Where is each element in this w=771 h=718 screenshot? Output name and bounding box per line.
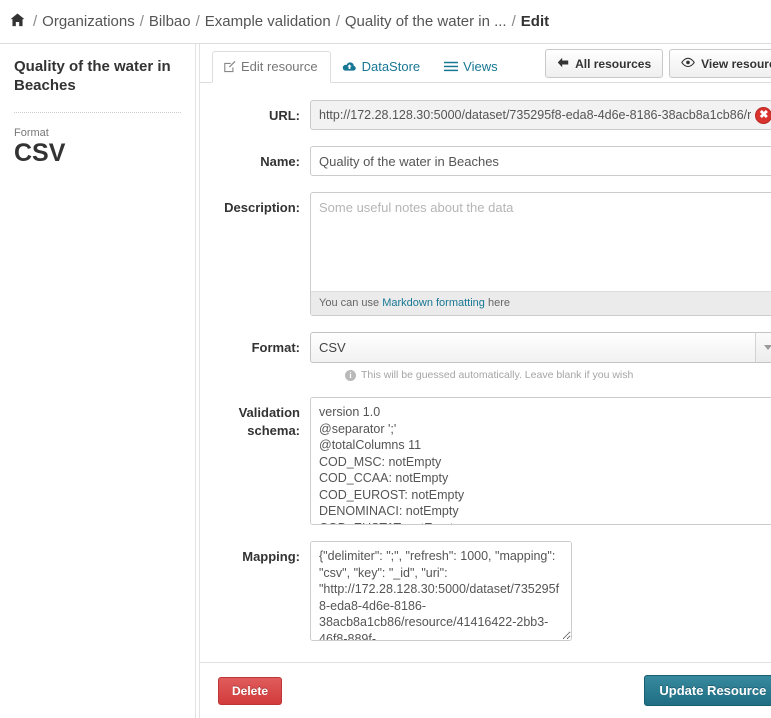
close-circle-icon[interactable]: ✖: [755, 106, 771, 124]
form-actions: Delete Update Resource: [200, 662, 771, 718]
name-input[interactable]: [310, 146, 771, 176]
breadcrumb-item-bilbao[interactable]: Bilbao: [149, 13, 191, 30]
tab-edit-resource-label: Edit resource: [241, 59, 318, 74]
update-resource-button[interactable]: Update Resource: [644, 675, 771, 706]
field-mapping: Mapping: {"delimiter": ";", "refresh": 1…: [200, 541, 771, 641]
page-body: Quality of the water in Beaches Format C…: [0, 44, 771, 718]
field-url: URL: http://172.28.128.30:5000/dataset/7…: [200, 100, 771, 130]
breadcrumb-separator-3: /: [335, 13, 340, 30]
format-select-wrap: CSV: [310, 332, 771, 363]
breadcrumb-item-resource[interactable]: Quality of the water in ...: [345, 13, 507, 30]
breadcrumb-separator-4: /: [511, 13, 516, 30]
list-lines-icon: [444, 61, 459, 72]
module-header: Edit resource DataStore Views All resour…: [200, 44, 771, 83]
markdown-hint-prefix: You can use: [319, 297, 383, 309]
tab-edit-resource[interactable]: Edit resource: [212, 51, 331, 83]
format-help-text: This will be guessed automatically. Leav…: [361, 369, 634, 381]
breadcrumb-item-dataset[interactable]: Example validation: [205, 13, 331, 30]
view-resource-label: View resource: [701, 56, 771, 71]
sidebar-format-label: Format: [14, 126, 49, 139]
all-resources-button[interactable]: All resources: [545, 49, 664, 78]
field-name: Name:: [200, 146, 771, 176]
description-textarea[interactable]: [311, 193, 771, 291]
breadcrumb-item-organizations[interactable]: Organizations: [42, 13, 135, 30]
breadcrumb-separator-1: /: [139, 13, 144, 30]
all-resources-label: All resources: [575, 56, 652, 71]
mapping-textarea[interactable]: {"delimiter": ";", "refresh": 1000, "map…: [310, 541, 572, 641]
resource-edit-form: URL: http://172.28.128.30:5000/dataset/7…: [200, 83, 771, 662]
breadcrumb-separator-0: /: [33, 13, 38, 30]
field-description: Description: You can use Markdown format…: [200, 192, 771, 316]
description-label: Description:: [224, 200, 300, 215]
home-icon[interactable]: [10, 13, 25, 30]
sidebar: Quality of the water in Beaches Format C…: [0, 44, 196, 718]
view-resource-button[interactable]: View resource: [669, 49, 771, 78]
markdown-formatting-link[interactable]: Markdown formatting: [382, 297, 485, 309]
header-actions: All resources View resource: [545, 49, 771, 78]
tab-datastore[interactable]: DataStore: [331, 51, 434, 83]
sidebar-format-value: CSV: [14, 138, 66, 167]
breadcrumb-separator-2: /: [195, 13, 200, 30]
url-value: http://172.28.128.30:5000/dataset/735295…: [319, 108, 752, 122]
markdown-hint: You can use Markdown formatting here: [311, 291, 771, 315]
format-select[interactable]: CSV: [310, 332, 771, 363]
info-icon: i: [345, 369, 356, 381]
format-help: i This will be guessed automatically. Le…: [310, 369, 771, 381]
name-label: Name:: [260, 154, 300, 169]
description-editor: You can use Markdown formatting here: [310, 192, 771, 316]
tab-views[interactable]: Views: [433, 51, 510, 83]
breadcrumb-bar: / Organizations / Bilbao / Example valid…: [0, 0, 771, 44]
tab-bar: Edit resource DataStore Views: [212, 44, 511, 83]
sidebar-divider: [14, 111, 181, 113]
delete-button[interactable]: Delete: [218, 676, 283, 705]
breadcrumb-item-edit: Edit: [520, 13, 550, 30]
url-label: URL:: [268, 108, 300, 123]
arrow-left-icon: [557, 57, 569, 70]
field-validation-schema: Validation schema: version 1.0 @separato…: [200, 397, 771, 525]
breadcrumb: / Organizations / Bilbao / Example valid…: [10, 13, 549, 30]
tab-datastore-label: DataStore: [361, 59, 421, 74]
page-title: Quality of the water in Beaches: [14, 58, 171, 94]
eye-icon: [681, 57, 695, 70]
tab-views-label: Views: [463, 59, 498, 74]
markdown-hint-suffix: here: [484, 297, 510, 309]
field-format: Format: CSV i This will be guessed autom…: [200, 332, 771, 381]
url-display-group[interactable]: http://172.28.128.30:5000/dataset/735295…: [310, 100, 771, 130]
validation-schema-label: Validation schema:: [238, 405, 300, 438]
validation-schema-textarea[interactable]: version 1.0 @separator ';' @totalColumns…: [310, 397, 771, 525]
cloud-upload-icon: [342, 61, 357, 73]
edit-square-icon: [223, 60, 236, 73]
mapping-label: Mapping:: [242, 549, 300, 564]
main-module: Edit resource DataStore Views All resour…: [199, 44, 771, 718]
format-label: Format:: [251, 340, 300, 355]
